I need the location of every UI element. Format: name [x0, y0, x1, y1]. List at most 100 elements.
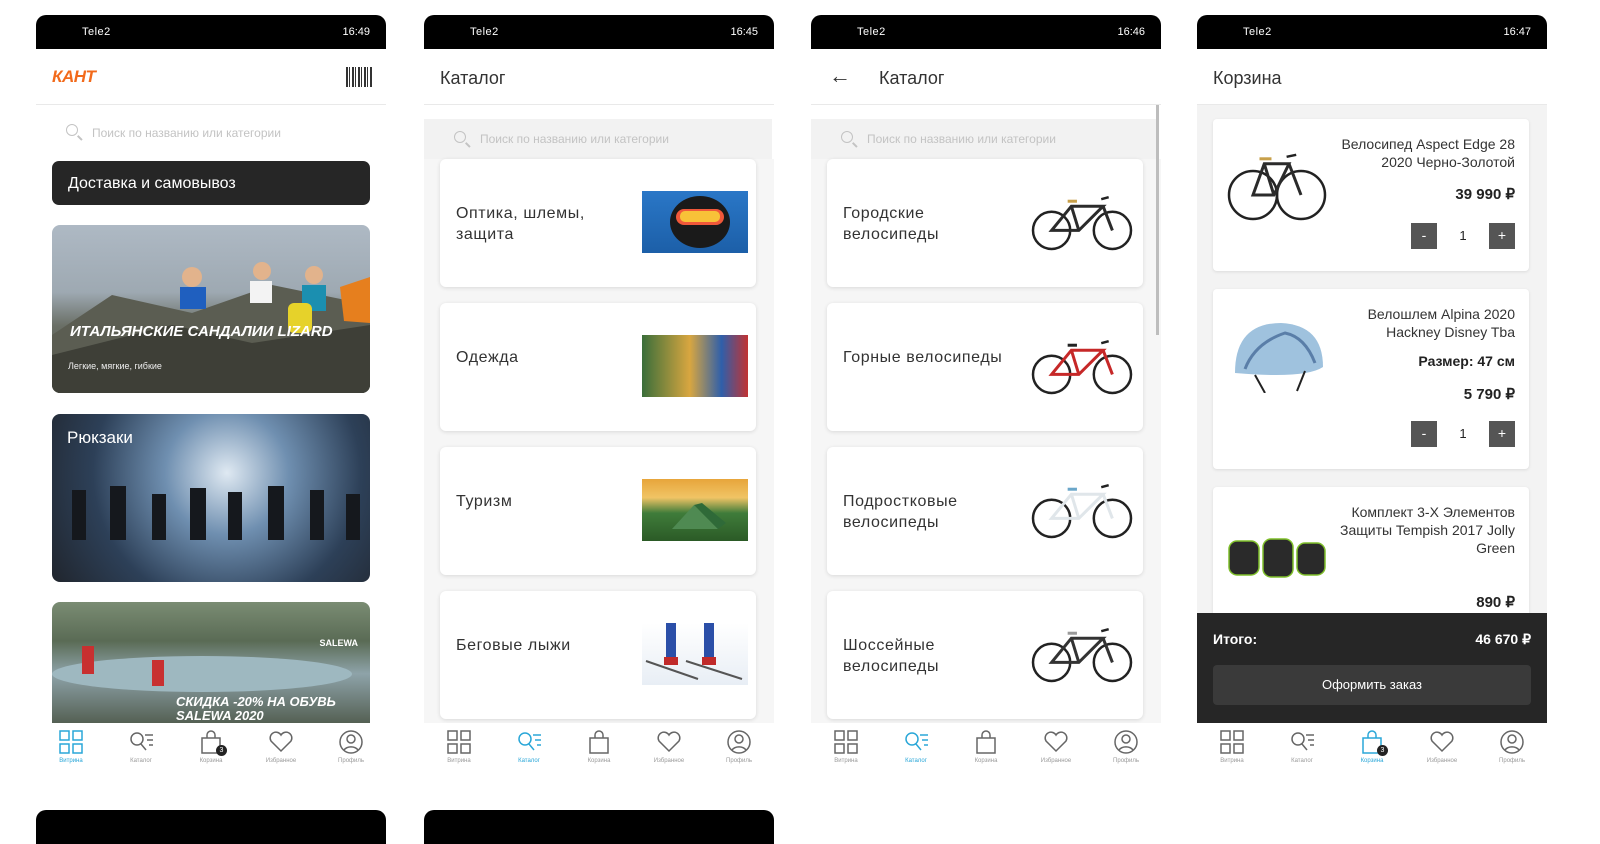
clock: 16:49	[342, 26, 370, 38]
nav-profile[interactable]: Профиль	[1101, 729, 1151, 764]
profile-icon	[1500, 730, 1524, 754]
city-bike-image	[1029, 191, 1135, 253]
product-price: 5 790 ₽	[1463, 386, 1515, 403]
nav-label: Корзина	[199, 758, 223, 764]
category-card[interactable]: Туризм	[440, 447, 756, 575]
bike-product-image	[1225, 143, 1329, 223]
grid-icon	[1220, 730, 1244, 754]
nav-label: Профиль	[1113, 758, 1139, 764]
nav-profile[interactable]: Профиль	[714, 729, 764, 764]
category-card[interactable]: Шоссейные велосипеды	[827, 591, 1143, 719]
nav-catalog[interactable]: Каталог	[891, 729, 941, 764]
category-list[interactable]: Оптика, шлемы, защита Одежда Туризм Бего…	[424, 159, 774, 723]
nav-profile[interactable]: Профиль	[1487, 729, 1537, 764]
search-list-icon	[130, 732, 153, 751]
category-card[interactable]: Одежда	[440, 303, 756, 431]
category-card[interactable]: Горные велосипеды	[827, 303, 1143, 431]
bottom-nav: Витрина Каталог 3 Корзина Избранное Проф…	[1197, 723, 1547, 783]
search-placeholder: Поиск по названию или категории	[867, 132, 1056, 146]
nav-label: Витрина	[834, 758, 858, 764]
nav-label: Витрина	[59, 758, 83, 764]
decrease-button[interactable]: -	[1411, 223, 1437, 249]
page-title: Каталог	[440, 68, 506, 88]
nav-showcase[interactable]: Витрина	[821, 729, 871, 764]
nav-cart[interactable]: Корзина	[961, 729, 1011, 764]
next-screen-status-bar	[424, 810, 774, 844]
delivery-pickup-button[interactable]: Доставка и самовывоз	[52, 161, 370, 205]
salewa-logo: SALEWA	[319, 638, 358, 648]
back-arrow-icon[interactable]: ←	[829, 63, 851, 89]
shopping-bag-icon	[976, 730, 996, 754]
nav-catalog[interactable]: Каталог	[1277, 729, 1327, 764]
search-placeholder: Поиск по названию или категории	[480, 132, 669, 146]
search-input[interactable]: Поиск по названию или категории	[52, 119, 370, 147]
teen-bike-image	[1029, 479, 1135, 541]
category-label: Оптика, шлемы, защита	[456, 205, 585, 243]
nav-favorites[interactable]: Избранное	[1031, 729, 1081, 764]
decrease-button[interactable]: -	[1411, 421, 1437, 447]
nav-label: Корзина	[587, 758, 611, 764]
nav-profile[interactable]: Профиль	[326, 729, 376, 764]
barcode-scanner-icon[interactable]	[346, 67, 372, 87]
increase-button[interactable]: +	[1489, 421, 1515, 447]
category-label: Туризм	[456, 493, 513, 510]
nav-showcase[interactable]: Витрина	[434, 729, 484, 764]
cart-badge: 3	[1377, 745, 1388, 756]
nav-label: Профиль	[726, 758, 752, 764]
scrollbar[interactable]	[1156, 105, 1159, 335]
search-input[interactable]: Поиск по названию или категории	[424, 119, 772, 159]
category-card[interactable]: Беговые лыжи	[440, 591, 756, 719]
carrier-label: Tele2	[857, 26, 886, 38]
clothes-image	[642, 335, 748, 397]
category-card[interactable]: Подростковые велосипеды	[827, 447, 1143, 575]
nav-cart[interactable]: 3 Корзина	[1347, 729, 1397, 764]
tent-image	[642, 479, 748, 541]
page-title: Корзина	[1213, 68, 1282, 88]
search-placeholder: Поиск по названию или категории	[92, 126, 281, 140]
nav-favorites[interactable]: Избранное	[256, 729, 306, 764]
search-list-icon	[1291, 732, 1314, 751]
search-icon	[66, 124, 78, 136]
banner-backpacks[interactable]: Рюкзаки	[52, 414, 370, 582]
ski-image	[642, 623, 748, 685]
cart-total-bar: Итого: 46 670 ₽ Оформить заказ	[1197, 613, 1547, 725]
checkout-button[interactable]: Оформить заказ	[1213, 665, 1531, 705]
product-price: 39 990 ₽	[1455, 186, 1515, 203]
total-label: Итого:	[1213, 631, 1258, 647]
category-card[interactable]: Оптика, шлемы, защита	[440, 159, 756, 287]
search-input[interactable]: Поиск по названию или категории	[811, 119, 1159, 159]
status-bar: Tele2 16:46	[811, 15, 1161, 49]
banner-lizard-sandals[interactable]: ИТАЛЬЯНСКИЕ САНДАЛИИ LIZARD Легкие, мягк…	[52, 225, 370, 393]
nav-favorites[interactable]: Избранное	[644, 729, 694, 764]
heart-icon	[1044, 731, 1068, 753]
nav-showcase[interactable]: Витрина	[46, 729, 96, 764]
banner1-title: ИТАЛЬЯНСКИЕ САНДАЛИИ LIZARD	[70, 323, 333, 340]
category-label: Подростковые велосипеды	[843, 493, 958, 531]
cart-list[interactable]: Велосипед Aspect Edge 28 2020 Черно-Золо…	[1197, 105, 1547, 627]
nav-label: Витрина	[447, 758, 471, 764]
cart-item[interactable]: Велошлем Alpina 2020 Hackney Disney Tba …	[1213, 289, 1529, 469]
category-list[interactable]: Городские велосипеды Горные велосипеды П…	[811, 159, 1161, 723]
screen-cart: Tele2 16:47 Корзина Велосипед Aspect Edg…	[1197, 15, 1547, 795]
kant-logo[interactable]: КАНТ	[52, 67, 96, 87]
nav-favorites[interactable]: Избранное	[1417, 729, 1467, 764]
category-card[interactable]: Городские велосипеды	[827, 159, 1143, 287]
nav-showcase[interactable]: Витрина	[1207, 729, 1257, 764]
nav-cart[interactable]: Корзина	[574, 729, 624, 764]
app-bar: Корзина	[1197, 49, 1547, 105]
nav-label: Каталог	[1291, 758, 1313, 764]
shopping-bag-icon	[589, 730, 609, 754]
profile-icon	[339, 730, 363, 754]
banner-salewa-sale[interactable]: SALEWA СКИДКА -20% НА ОБУВЬ SALEWA 2020	[52, 602, 370, 732]
total-value: 46 670 ₽	[1475, 631, 1531, 647]
nav-label: Корзина	[974, 758, 998, 764]
nav-cart[interactable]: 3 Корзина	[186, 729, 236, 764]
app-bar: КАНТ	[36, 49, 386, 105]
cart-item[interactable]: Велосипед Aspect Edge 28 2020 Черно-Золо…	[1213, 119, 1529, 271]
nav-catalog[interactable]: Каталог	[504, 729, 554, 764]
next-screen-status-bar	[36, 810, 386, 844]
cart-item[interactable]: Комплект 3-Х Элементов Защиты Tempish 20…	[1213, 487, 1529, 627]
road-bike-image	[1029, 623, 1135, 685]
nav-catalog[interactable]: Каталог	[116, 729, 166, 764]
increase-button[interactable]: +	[1489, 223, 1515, 249]
